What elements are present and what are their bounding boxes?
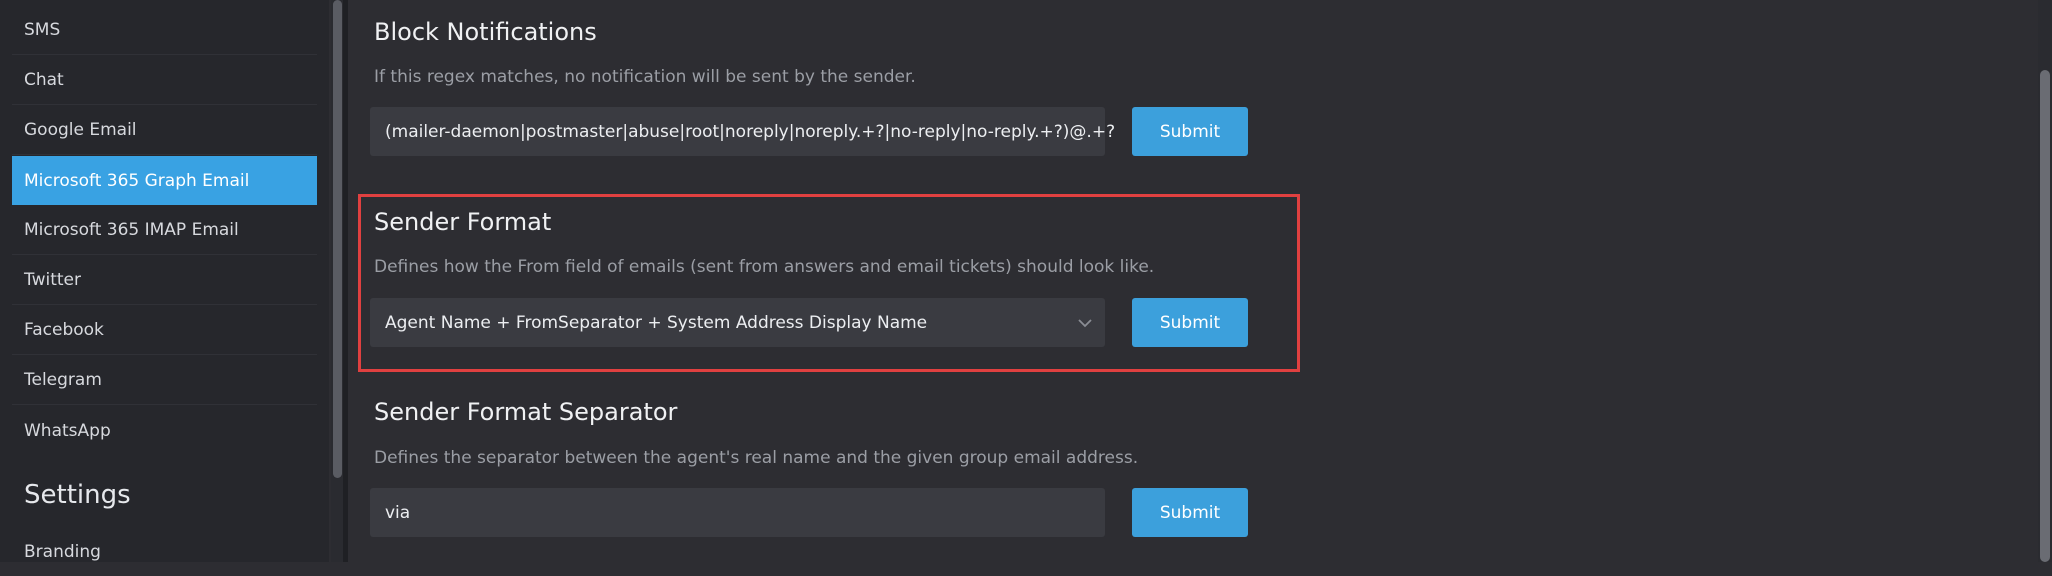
sidebar-item-microsoft-365-imap-email[interactable]: Microsoft 365 IMAP Email [12, 206, 317, 255]
sidebar-item-chat[interactable]: Chat [12, 56, 317, 105]
block-notifications-submit-button[interactable]: Submit [1132, 107, 1248, 156]
setting-title: Sender Format Separator [374, 398, 678, 426]
sidebar: SMS Chat Google Email Microsoft 365 Grap… [0, 0, 329, 562]
sidebar-item-sms[interactable]: SMS [12, 6, 317, 55]
sidebar-item-twitter[interactable]: Twitter [12, 256, 317, 305]
sidebar-item-branding[interactable]: Branding [12, 527, 317, 576]
highlight-box [358, 194, 1300, 372]
sender-format-separator-submit-button[interactable]: Submit [1132, 488, 1248, 537]
setting-description: If this regex matches, no notification w… [374, 67, 916, 87]
sidebar-item-facebook[interactable]: Facebook [12, 306, 317, 355]
sidebar-item-telegram[interactable]: Telegram [12, 356, 317, 405]
setting-description: Defines the separator between the agent'… [374, 448, 1139, 468]
sidebar-section-title-settings: Settings [24, 480, 131, 510]
sender-format-separator-input[interactable]: via [370, 488, 1105, 537]
setting-title: Block Notifications [374, 18, 597, 46]
main-scroll-thumb[interactable] [2040, 70, 2050, 562]
sidebar-scroll-thumb[interactable] [333, 0, 342, 478]
block-notifications-input[interactable]: (mailer-daemon|postmaster|abuse|root|nor… [370, 107, 1115, 156]
sidebar-item-microsoft-365-graph-email[interactable]: Microsoft 365 Graph Email [12, 156, 317, 205]
content-divider [343, 0, 348, 562]
sidebar-item-google-email[interactable]: Google Email [12, 106, 317, 155]
sidebar-item-whatsapp[interactable]: WhatsApp [12, 406, 317, 455]
